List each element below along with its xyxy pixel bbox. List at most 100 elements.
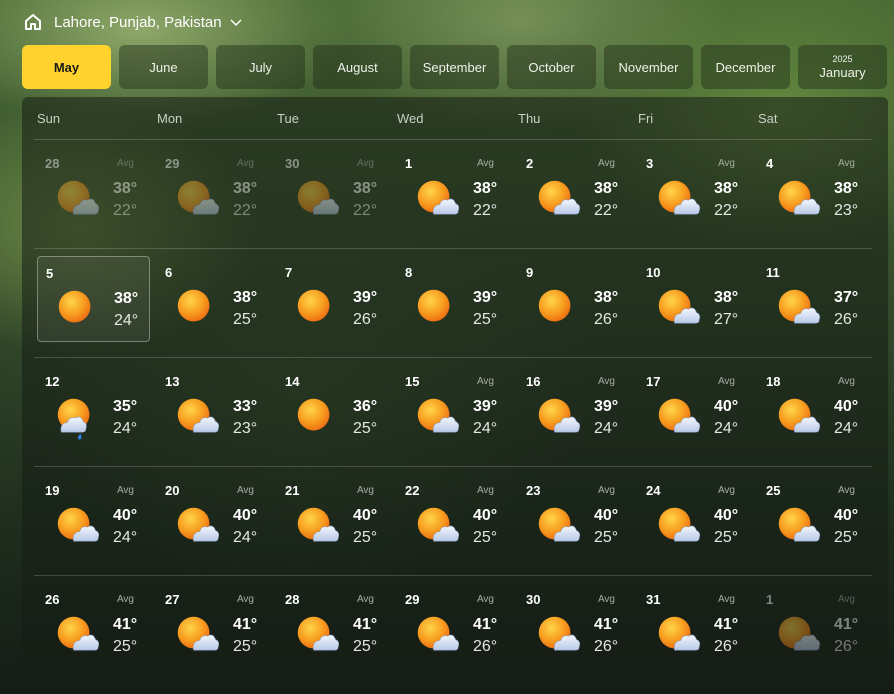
day-cell[interactable]: 9 38° 26° xyxy=(518,256,631,342)
day-cell[interactable]: 1 Avg 38° 22° xyxy=(397,147,510,233)
weekday-mon: Mon xyxy=(157,111,183,126)
day-cell[interactable]: 4 Avg 38° 23° xyxy=(758,147,871,233)
day-cell[interactable]: 13 33° 23° xyxy=(157,365,270,451)
low-temp: 25° xyxy=(353,420,378,437)
partly-cloudy-icon xyxy=(774,506,824,550)
day-cell[interactable]: 20 Avg 40° 24° xyxy=(157,474,270,560)
low-temp: 24° xyxy=(233,529,258,546)
high-temp: 41° xyxy=(113,616,138,633)
day-cell[interactable]: 23 Avg 40° 25° xyxy=(518,474,631,560)
low-temp: 25° xyxy=(473,529,498,546)
avg-label: Avg xyxy=(837,485,855,496)
day-cell[interactable]: 15 Avg 39° 24° xyxy=(397,365,510,451)
day-cell[interactable]: 31 Avg 41° 26° xyxy=(638,583,751,669)
partly-cloudy-icon xyxy=(173,615,223,659)
high-temp: 39° xyxy=(594,398,619,415)
day-cell[interactable]: 28 Avg 41° 25° xyxy=(277,583,390,669)
avg-label: Avg xyxy=(476,485,494,496)
tab-august[interactable]: August xyxy=(313,45,402,89)
day-cell[interactable]: 24 Avg 40° 25° xyxy=(638,474,751,560)
day-cell[interactable]: 30 Avg 38° 22° xyxy=(277,147,390,233)
tab-may[interactable]: May xyxy=(22,45,111,89)
day-cell[interactable]: 10 38° 27° xyxy=(638,256,751,342)
low-temp: 27° xyxy=(714,311,739,328)
tab-january[interactable]: 2025 January xyxy=(798,45,887,89)
day-number: 17 xyxy=(646,374,661,389)
high-temp: 40° xyxy=(594,507,619,524)
day-cell[interactable]: 8 39° 25° xyxy=(397,256,510,342)
day-number: 30 xyxy=(285,156,300,171)
day-cell[interactable]: 22 Avg 40° 25° xyxy=(397,474,510,560)
high-temp: 41° xyxy=(834,616,859,633)
avg-label: Avg xyxy=(356,594,374,605)
day-cell[interactable]: 26 Avg 41° 25° xyxy=(37,583,150,669)
day-number: 28 xyxy=(45,156,60,171)
day-number: 22 xyxy=(405,483,420,498)
day-cell[interactable]: 17 Avg 40° 24° xyxy=(638,365,751,451)
day-cell[interactable]: 16 Avg 39° 24° xyxy=(518,365,631,451)
day-cell[interactable]: 30 Avg 41° 26° xyxy=(518,583,631,669)
partly-cloudy-icon xyxy=(534,615,584,659)
day-cell[interactable]: 3 Avg 38° 22° xyxy=(638,147,751,233)
tab-july[interactable]: July xyxy=(216,45,305,89)
low-temp: 24° xyxy=(113,529,138,546)
day-cell[interactable]: 29 Avg 41° 26° xyxy=(397,583,510,669)
partly-cloudy-icon xyxy=(654,179,704,223)
weekday-sat: Sat xyxy=(758,111,778,126)
day-number: 16 xyxy=(526,374,541,389)
tab-label: November xyxy=(618,59,679,75)
avg-label: Avg xyxy=(476,594,494,605)
day-cell[interactable]: 5 38° 24° xyxy=(37,256,150,342)
avg-label: Avg xyxy=(837,158,855,169)
day-cell[interactable]: 14 36° 25° xyxy=(277,365,390,451)
day-cell[interactable]: 6 38° 25° xyxy=(157,256,270,342)
location-selector[interactable]: Lahore, Punjab, Pakistan xyxy=(54,14,222,31)
day-cell[interactable]: 2 Avg 38° 22° xyxy=(518,147,631,233)
high-temp: 38° xyxy=(233,289,258,306)
day-cell[interactable]: 25 Avg 40° 25° xyxy=(758,474,871,560)
high-temp: 40° xyxy=(233,507,258,524)
day-cell[interactable]: 28 Avg 38° 22° xyxy=(37,147,150,233)
high-temp: 40° xyxy=(714,398,739,415)
day-cell[interactable]: 21 Avg 40° 25° xyxy=(277,474,390,560)
tab-december[interactable]: December xyxy=(701,45,790,89)
high-temp: 39° xyxy=(473,289,498,306)
day-number: 11 xyxy=(766,265,780,280)
high-temp: 41° xyxy=(353,616,378,633)
day-number: 21 xyxy=(285,483,300,498)
day-cell[interactable]: 27 Avg 41° 25° xyxy=(157,583,270,669)
partly-cloudy-icon xyxy=(293,179,343,223)
low-temp: 23° xyxy=(233,420,258,437)
tab-september[interactable]: September xyxy=(410,45,499,89)
day-number: 29 xyxy=(405,592,420,607)
tab-june[interactable]: June xyxy=(119,45,208,89)
weekday-wed: Wed xyxy=(397,111,424,126)
day-cell[interactable]: 29 Avg 38° 22° xyxy=(157,147,270,233)
low-temp: 26° xyxy=(834,311,859,328)
tab-october[interactable]: October xyxy=(507,45,596,89)
high-temp: 39° xyxy=(353,289,378,306)
low-temp: 24° xyxy=(114,312,139,329)
tab-november[interactable]: November xyxy=(604,45,693,89)
partly-cloudy-icon xyxy=(534,179,584,223)
day-cell[interactable]: 7 39° 26° xyxy=(277,256,390,342)
day-cell[interactable]: 19 Avg 40° 24° xyxy=(37,474,150,560)
high-temp: 40° xyxy=(473,507,498,524)
low-temp: 22° xyxy=(113,202,138,219)
day-cell[interactable]: 18 Avg 40° 24° xyxy=(758,365,871,451)
avg-label: Avg xyxy=(476,376,494,387)
partly-cloudy-icon xyxy=(774,179,824,223)
partly-cloudy-icon xyxy=(53,506,103,550)
tab-year: 2025 xyxy=(832,54,853,64)
avg-label: Avg xyxy=(236,594,254,605)
day-cell[interactable]: 12 35° 24° xyxy=(37,365,150,451)
day-cell[interactable]: 11 37° 26° xyxy=(758,256,871,342)
partly-cloudy-icon xyxy=(293,615,343,659)
chevron-down-icon[interactable] xyxy=(230,16,242,28)
week-divider xyxy=(34,466,872,467)
low-temp: 25° xyxy=(233,311,258,328)
tab-label: May xyxy=(53,59,80,75)
day-cell[interactable]: 1 Avg 41° 26° xyxy=(758,583,871,669)
home-icon[interactable] xyxy=(24,13,42,31)
high-temp: 40° xyxy=(113,507,138,524)
